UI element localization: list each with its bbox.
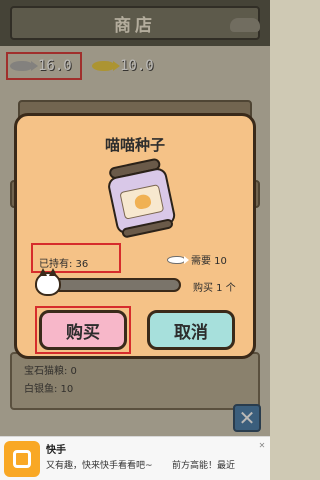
ad-close-icon[interactable]: ✕ — [257, 440, 267, 450]
jar-label-icon — [119, 184, 165, 220]
seed-jar-icon — [102, 156, 180, 240]
ad-banner[interactable]: 快手 又有趣，快来快手看看吧~ 前方高能！最近 ✕ — [0, 436, 270, 480]
item-name: 喵喵种子 — [104, 136, 165, 154]
purchase-dialog: 喵喵种子 已持有: 36 需要 10 购买 1 个 购买 取消 — [14, 113, 256, 359]
quantity-slider-handle[interactable] — [35, 268, 61, 296]
silver-fish-icon — [167, 255, 189, 264]
camera-icon — [13, 450, 31, 468]
ad-description: 又有趣，快来快手看看吧~ — [46, 461, 153, 471]
ad-call-to-action[interactable]: 前方高能！最近 — [172, 458, 235, 471]
price-label: 需要 10 — [191, 256, 227, 267]
kuaishou-logo-icon — [4, 441, 40, 477]
buy-button[interactable]: 购买 — [39, 310, 127, 350]
cancel-button[interactable]: 取消 — [147, 310, 235, 350]
cat-face-icon — [133, 193, 153, 211]
ad-app-name: 快手 — [46, 445, 66, 456]
price: 需要 10 — [167, 252, 227, 267]
buy-quantity: 购买 1 个 — [193, 283, 236, 294]
